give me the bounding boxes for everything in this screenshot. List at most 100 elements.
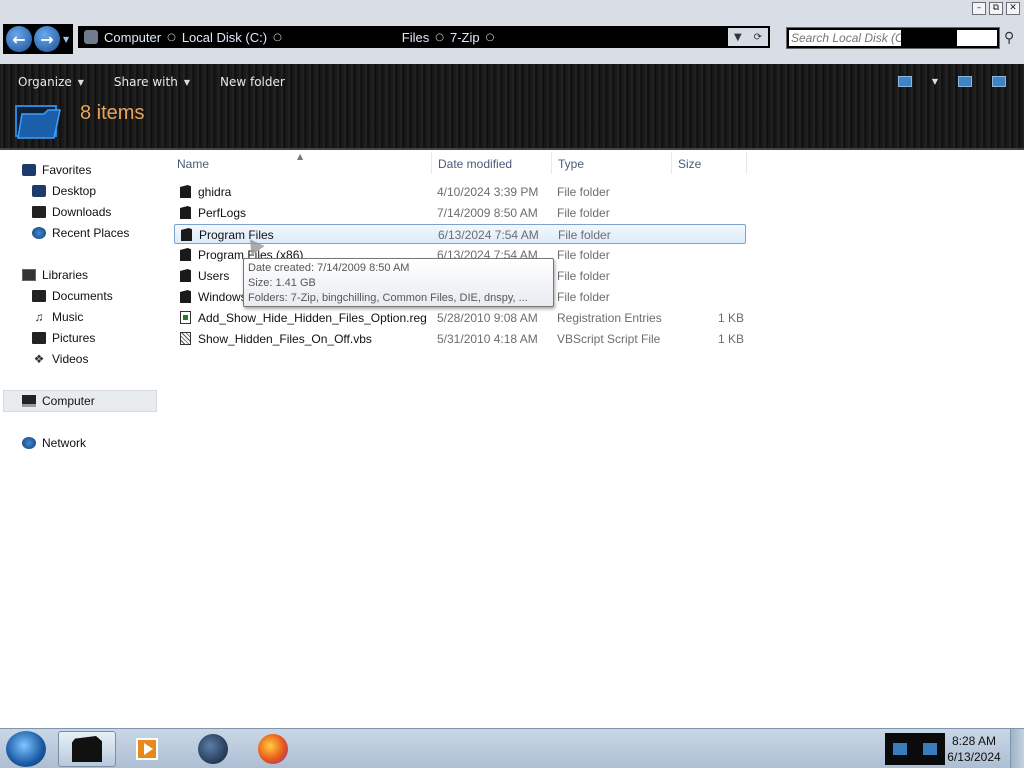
nav-desktop[interactable]: Desktop (32, 184, 96, 198)
file-type: VBScript Script File (557, 332, 661, 346)
desktop-icon (32, 185, 46, 197)
window-controls: – ⧉ ✕ (972, 2, 1020, 15)
organize-label: Organize (18, 75, 72, 89)
tray-monitor-icon[interactable] (893, 743, 907, 755)
search-input[interactable] (789, 30, 901, 46)
breadcrumb-separator-icon[interactable]: ○ (435, 32, 444, 43)
organize-button[interactable]: Organize ▼ (18, 75, 84, 89)
column-divider[interactable] (551, 152, 552, 174)
nav-videos[interactable]: ❖ Videos (32, 352, 89, 366)
address-dropdown-icon[interactable]: ▼ (734, 32, 742, 43)
search-box[interactable] (786, 27, 1000, 49)
column-divider[interactable] (746, 152, 747, 174)
navigation-pane: Favorites Desktop Downloads Recent Place… (0, 152, 166, 728)
column-size[interactable]: Size (678, 157, 701, 171)
history-dropdown-icon[interactable]: ▼ (63, 35, 69, 44)
taskbar-firefox[interactable] (244, 731, 302, 767)
nav-computer[interactable]: Computer (22, 394, 95, 408)
file-date: 4/10/2024 3:39 PM (437, 185, 539, 199)
nav-network[interactable]: Network (22, 436, 86, 450)
navigation-buttons: ← → ▼ (3, 24, 73, 54)
nav-music[interactable]: ♫ Music (32, 310, 84, 324)
search-icon[interactable]: ⚲ (1004, 30, 1014, 46)
nav-documents-label: Documents (52, 289, 113, 303)
new-folder-button[interactable]: New folder (220, 75, 285, 89)
view-dropdown-icon[interactable]: ▼ (932, 77, 938, 86)
file-name: Add_Show_Hide_Hidden_Files_Option.reg (198, 311, 427, 325)
show-desktop-button[interactable] (1010, 729, 1024, 768)
column-divider[interactable] (671, 152, 672, 174)
table-row[interactable]: ghidra 4/10/2024 3:39 PM File folder (174, 182, 746, 202)
nav-libraries[interactable]: Libraries (22, 268, 88, 282)
clock-date: 6/13/2024 (947, 750, 1001, 764)
computer-icon (84, 30, 98, 44)
start-button[interactable] (6, 731, 46, 767)
downloads-icon (32, 206, 46, 218)
breadcrumb-separator-icon[interactable]: ○ (486, 32, 495, 43)
column-divider[interactable] (431, 152, 432, 174)
file-type: File folder (557, 185, 610, 199)
folder-icon (180, 185, 191, 198)
forward-button[interactable]: → (34, 26, 60, 52)
breadcrumb-separator-icon[interactable]: ○ (273, 32, 282, 43)
chevron-down-icon: ▼ (77, 77, 84, 87)
refresh-icon[interactable]: ⟳ (754, 32, 762, 43)
address-bar[interactable]: Computer ○ Local Disk (C:) ○ Files ○ 7-Z… (78, 26, 770, 48)
column-type[interactable]: Type (558, 157, 584, 171)
nav-recent-places[interactable]: Recent Places (32, 226, 129, 240)
nav-documents[interactable]: Documents (32, 289, 113, 303)
command-bar: Organize ▼ Share with ▼ New folder ▼ 8 i… (0, 64, 1024, 150)
minimize-button[interactable]: – (972, 2, 986, 15)
nav-computer-label: Computer (42, 394, 95, 408)
file-date: 5/28/2010 9:08 AM (437, 311, 538, 325)
nav-pictures[interactable]: Pictures (32, 331, 95, 345)
file-name: Windows (198, 290, 247, 304)
nav-desktop-label: Desktop (52, 184, 97, 198)
back-button[interactable]: ← (6, 26, 32, 52)
close-button[interactable]: ✕ (1006, 2, 1020, 15)
network-icon (22, 437, 36, 449)
clock[interactable]: 8:28 AM 6/13/2024 (944, 733, 1004, 765)
folder-tooltip: Date created: 7/14/2009 8:50 AM Size: 1.… (243, 258, 554, 307)
breadcrumb-separator-icon[interactable]: ○ (167, 32, 176, 43)
breadcrumb-files[interactable]: Files (402, 30, 429, 45)
column-date-modified[interactable]: Date modified (438, 157, 512, 171)
file-type: File folder (557, 206, 610, 220)
documents-icon (32, 290, 46, 302)
nav-libraries-label: Libraries (42, 268, 89, 282)
table-row[interactable]: PerfLogs 7/14/2009 8:50 AM File folder (174, 203, 746, 223)
breadcrumb-7zip[interactable]: 7-Zip (450, 30, 480, 45)
file-date: 5/31/2010 4:18 AM (437, 332, 538, 346)
column-headers: Name Date modified Type Size (166, 152, 766, 176)
file-size: 1 KB (717, 311, 744, 325)
star-icon (22, 164, 36, 176)
table-row[interactable]: Show_Hidden_Files_On_Off.vbs 5/31/2010 4… (174, 329, 746, 349)
help-icon[interactable] (992, 76, 1006, 87)
taskbar-app[interactable] (184, 731, 242, 767)
tooltip-size: Size: 1.41 GB (248, 277, 316, 289)
taskbar-explorer[interactable] (58, 731, 116, 767)
taskbar-media-player[interactable] (118, 731, 176, 767)
videos-icon: ❖ (33, 352, 45, 366)
tray-network-icon[interactable] (923, 743, 937, 755)
preview-pane-icon[interactable] (958, 76, 972, 87)
maximize-button[interactable]: ⧉ (989, 2, 1003, 15)
chevron-down-icon: ▼ (183, 77, 190, 87)
nav-favorites[interactable]: Favorites (22, 163, 91, 177)
breadcrumb-computer[interactable]: Computer (104, 30, 161, 45)
share-with-button[interactable]: Share with ▼ (114, 75, 190, 89)
libraries-icon (22, 269, 36, 281)
file-type: Registration Entries (557, 311, 662, 325)
nav-network-label: Network (42, 436, 87, 450)
media-player-icon (136, 738, 158, 760)
share-with-label: Share with (113, 75, 178, 89)
breadcrumb-local-disk[interactable]: Local Disk (C:) (182, 30, 267, 45)
music-icon: ♫ (34, 310, 44, 324)
nav-downloads[interactable]: Downloads (32, 205, 111, 219)
nav-pictures-label: Pictures (52, 331, 96, 345)
file-name: Users (198, 269, 230, 283)
column-name[interactable]: Name (177, 157, 209, 171)
table-row[interactable]: Add_Show_Hide_Hidden_Files_Option.reg 5/… (174, 308, 746, 328)
change-view-icon[interactable] (897, 76, 912, 87)
file-name: PerfLogs (198, 206, 247, 220)
